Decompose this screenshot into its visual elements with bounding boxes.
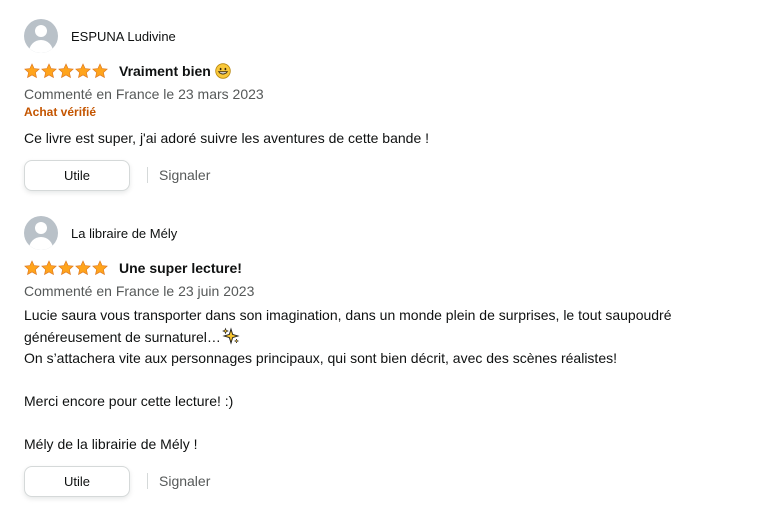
review-date: Commenté en France le 23 juin 2023 (24, 283, 255, 299)
star-rating[interactable] (24, 63, 108, 79)
grinning-face-icon (215, 63, 231, 79)
star-icon (41, 63, 57, 79)
divider (147, 473, 148, 489)
review-body-line: généreusement de surnaturel… (24, 326, 754, 349)
star-icon (41, 260, 57, 276)
reviewer-name[interactable]: La libraire de Mély (71, 226, 177, 241)
sparkles-icon (222, 326, 240, 345)
avatar (24, 19, 58, 53)
star-icon (58, 63, 74, 79)
report-link[interactable]: Signaler (159, 167, 210, 183)
star-icon (92, 260, 108, 276)
review-body: Lucie saura vous transporter dans son im… (24, 305, 754, 456)
report-link[interactable]: Signaler (159, 473, 210, 489)
review-body: Ce livre est super, j'ai adoré suivre le… (24, 128, 754, 150)
review-body-line: Ce livre est super, j'ai adoré suivre le… (24, 130, 430, 146)
avatar (24, 216, 58, 250)
star-rating[interactable] (24, 260, 108, 276)
star-icon (75, 260, 91, 276)
star-icon (58, 260, 74, 276)
star-icon (24, 63, 40, 79)
review-body-line-text: généreusement de surnaturel… (24, 328, 221, 345)
review-card: ESPUNA Ludivine Vraiment bien Commenté e… (24, 19, 754, 191)
star-icon (75, 63, 91, 79)
review-body-line: On s’attachera vite aux personnages prin… (24, 350, 617, 366)
verified-purchase-badge: Achat vérifié (24, 105, 97, 119)
reviewer-profile[interactable]: ESPUNA Ludivine (24, 19, 754, 53)
review-title[interactable]: Vraiment bien (119, 63, 211, 79)
review-body-line: Merci encore pour cette lecture! :) (24, 393, 234, 409)
review-date: Commenté en France le 23 mars 2023 (24, 86, 264, 102)
review-title[interactable]: Une super lecture! (119, 260, 242, 276)
helpful-button[interactable]: Utile (24, 465, 130, 497)
reviewer-name[interactable]: ESPUNA Ludivine (71, 29, 176, 44)
review-body-line: Mély de la librairie de Mély ! (24, 436, 198, 452)
review-body-line: Lucie saura vous transporter dans son im… (24, 307, 672, 323)
helpful-button[interactable]: Utile (24, 159, 130, 191)
star-icon (24, 260, 40, 276)
star-icon (92, 63, 108, 79)
reviewer-profile[interactable]: La libraire de Mély (24, 216, 754, 250)
divider (147, 167, 148, 183)
review-card: La libraire de Mély Une super lecture! C… (24, 216, 754, 497)
